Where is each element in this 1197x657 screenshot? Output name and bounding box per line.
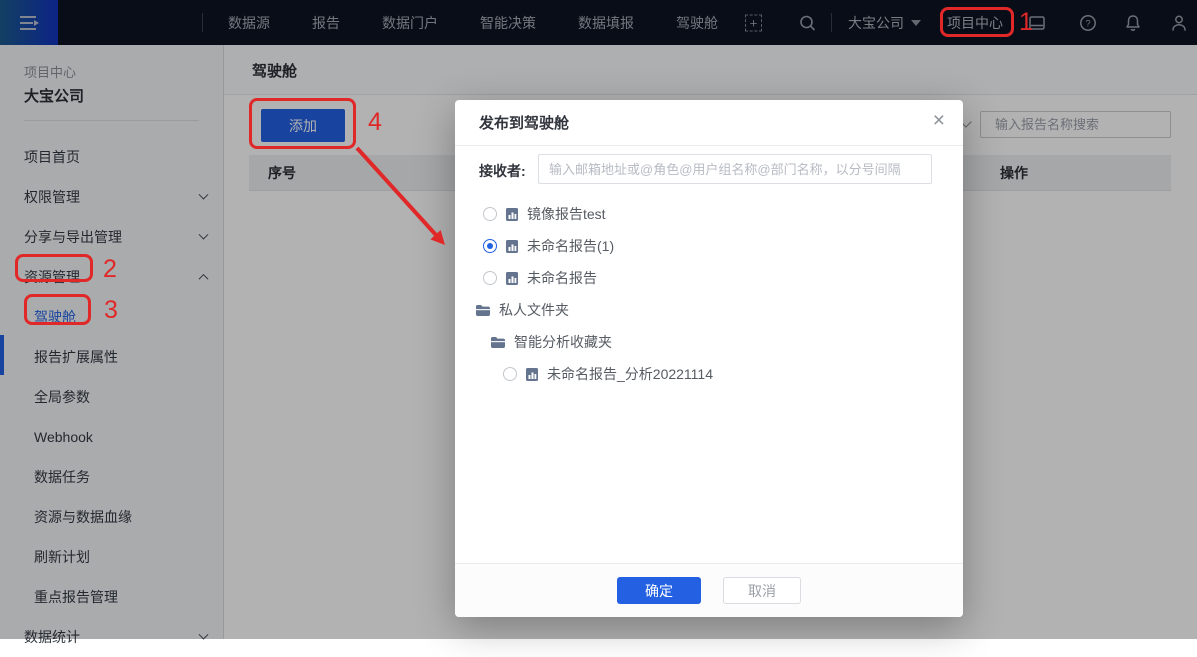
close-icon[interactable]: × xyxy=(933,110,945,131)
radio-unchecked[interactable] xyxy=(483,207,497,221)
folder-icon xyxy=(475,304,491,317)
radio-unchecked[interactable] xyxy=(483,271,497,285)
tree-item-label: 镜像报告test xyxy=(527,204,606,224)
dialog-header: 发布到驾驶舱 × xyxy=(455,100,963,146)
report-icon xyxy=(525,367,539,382)
tree-folder-label: 智能分析收藏夹 xyxy=(514,332,612,352)
publish-to-cockpit-dialog: 发布到驾驶舱 × 接收者: 镜像报告test 未命名报告(1) 未命名报告 xyxy=(455,100,963,617)
recipient-input[interactable] xyxy=(538,154,932,184)
tree-folder-label: 私人文件夹 xyxy=(499,300,569,320)
tree-item-report[interactable]: 未命名报告(1) xyxy=(455,230,963,262)
tree-item-label: 未命名报告(1) xyxy=(527,236,614,256)
report-icon xyxy=(505,239,519,254)
tree-item-label: 未命名报告 xyxy=(527,268,597,288)
folder-icon xyxy=(490,336,506,349)
tree-folder[interactable]: 私人文件夹 xyxy=(455,294,963,326)
confirm-button[interactable]: 确定 xyxy=(617,577,701,604)
dialog-title: 发布到驾驶舱 xyxy=(479,112,569,133)
tree-item-report[interactable]: 未命名报告 xyxy=(455,262,963,294)
tree-item-report[interactable]: 镜像报告test xyxy=(455,198,963,230)
tree-folder[interactable]: 智能分析收藏夹 xyxy=(455,326,963,358)
report-tree: 镜像报告test 未命名报告(1) 未命名报告 私人文件夹 xyxy=(455,198,963,390)
report-icon xyxy=(505,271,519,286)
radio-checked[interactable] xyxy=(483,239,497,253)
tree-item-label: 未命名报告_分析20221114 xyxy=(547,364,713,384)
cancel-button[interactable]: 取消 xyxy=(723,577,801,604)
report-icon xyxy=(505,207,519,222)
tree-item-report[interactable]: 未命名报告_分析20221114 xyxy=(455,358,963,390)
radio-unchecked[interactable] xyxy=(503,367,517,381)
recipient-label: 接收者: xyxy=(479,161,526,181)
dialog-footer: 确定 取消 xyxy=(455,563,963,617)
